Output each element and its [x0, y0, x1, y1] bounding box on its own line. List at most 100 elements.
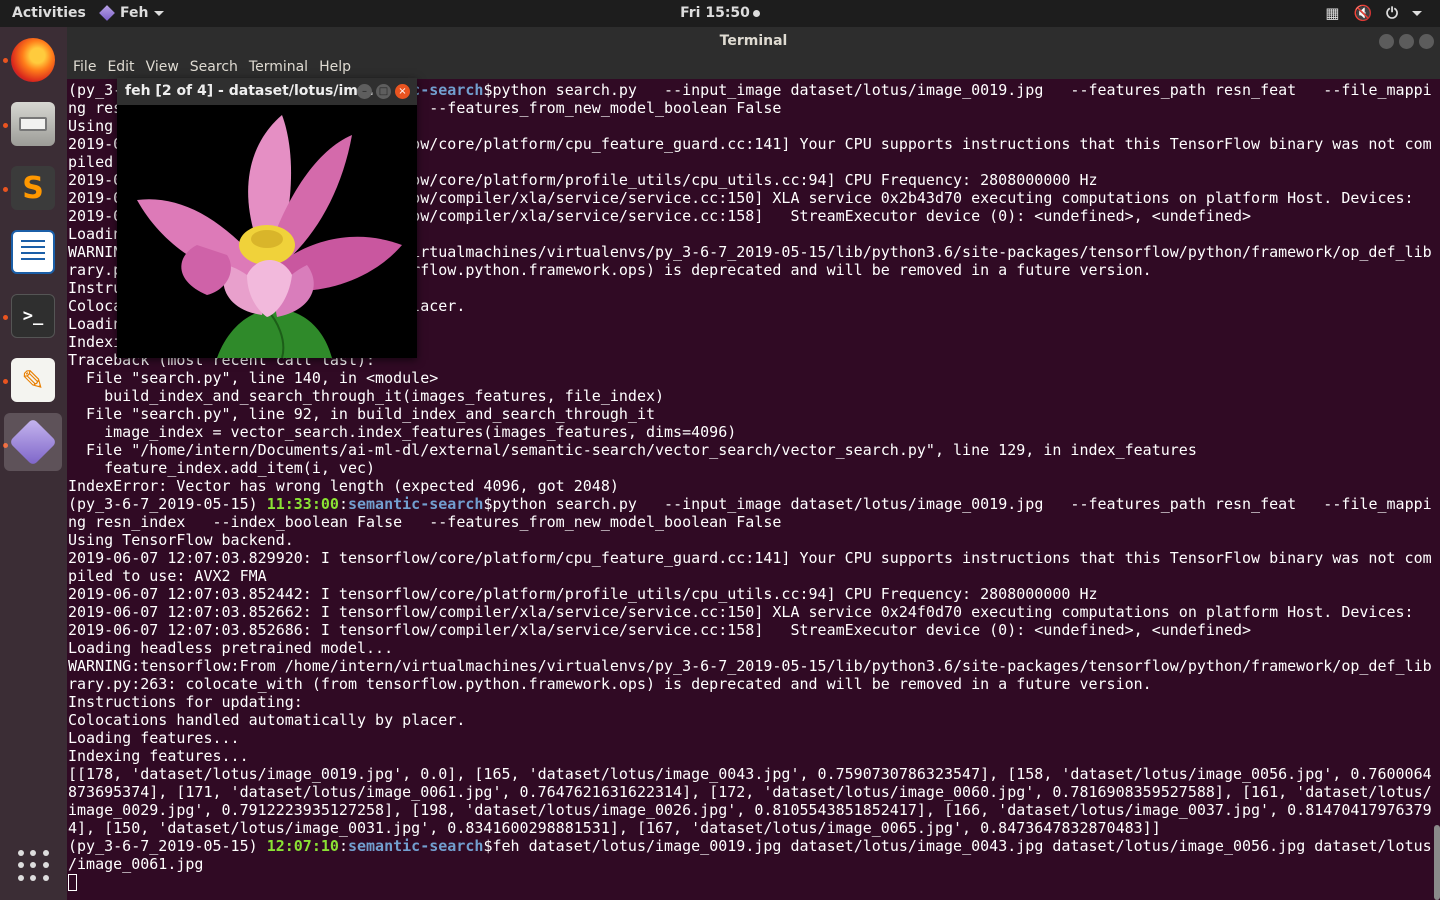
minimize-button[interactable]: –: [357, 84, 372, 99]
network-icon: ▦: [1325, 4, 1340, 22]
clock-label: Fri 15:50: [680, 5, 750, 21]
dock-sublime-text[interactable]: S: [4, 159, 62, 217]
close-button[interactable]: [1419, 34, 1434, 49]
menu-edit[interactable]: Edit: [107, 59, 134, 75]
terminal-text: File "search.py", line 140, in <module>: [68, 369, 439, 387]
dock-feh[interactable]: [4, 413, 62, 471]
terminal-text: 2019-06-07 12:07:03.829920: I tensorflow…: [68, 549, 1432, 567]
terminal-line: Loading features...: [68, 729, 1433, 747]
terminal-line: 873695374], [171, 'dataset/lotus/image_0…: [68, 783, 1433, 801]
terminal-text: 873695374], [171, 'dataset/lotus/image_0…: [68, 783, 1432, 801]
terminal-line: 2019-06-07 12:07:03.852686: I tensorflow…: [68, 621, 1433, 639]
terminal-text: ng resn_index --index_boolean False --fe…: [68, 513, 782, 531]
terminal-line: WARNING:tensorflow:From /home/intern/vir…: [68, 657, 1433, 675]
terminal-line: image_index = vector_search.index_featur…: [68, 423, 1433, 441]
menu-search[interactable]: Search: [190, 59, 238, 75]
terminal-menubar: File Edit View Search Terminal Help: [67, 55, 1440, 79]
prompt-directory: semantic-search: [347, 837, 484, 855]
terminal-text: :: [338, 495, 348, 513]
terminal-input-line[interactable]: [68, 873, 1433, 891]
terminal-line: Indexing features...: [68, 747, 1433, 765]
terminal-text: File "/home/intern/Documents/ai-ml-dl/ex…: [68, 441, 1197, 459]
terminal-text: (py_3-6-7_2019-05-15): [68, 837, 267, 855]
dock-files[interactable]: [4, 95, 62, 153]
terminal-line: Loading headless pretrained model...: [68, 639, 1433, 657]
feh-window[interactable]: feh [2 of 4] - dataset/lotus/im... – □ ×: [117, 78, 417, 358]
firefox-icon: [11, 38, 55, 82]
terminal-text: :: [338, 837, 348, 855]
terminal-line: piled to use: AVX2 FMA: [68, 567, 1433, 585]
terminal-text: 2019-06-07 12:07:03.852662: I tensorflow…: [68, 603, 1414, 621]
close-button[interactable]: ×: [395, 84, 410, 99]
files-icon: [11, 102, 55, 146]
power-icon: ⏻: [1386, 4, 1398, 22]
dock-text-editor[interactable]: ✎: [4, 351, 62, 409]
terminal-line: File "/home/intern/Documents/ai-ml-dl/ex…: [68, 441, 1433, 459]
text-editor-icon: ✎: [11, 358, 55, 402]
menu-help[interactable]: Help: [319, 59, 351, 75]
menu-terminal[interactable]: Terminal: [249, 59, 308, 75]
libreoffice-writer-icon: [11, 230, 55, 274]
terminal-line: 2019-06-07 12:07:03.829920: I tensorflow…: [68, 549, 1433, 567]
terminal-line: Instructions for updating:: [68, 693, 1433, 711]
terminal-text: piled to use: AVX2 FMA: [68, 567, 267, 585]
terminal-line: (py_3-6-7_2019-05-15) 12:07:10:semantic-…: [68, 837, 1433, 855]
window-title: Terminal: [719, 33, 788, 49]
feh-titlebar[interactable]: feh [2 of 4] - dataset/lotus/im...: [117, 78, 417, 105]
terminal-text: Loading headless pretrained model...: [68, 639, 394, 657]
maximize-button[interactable]: □: [376, 84, 391, 99]
maximize-button[interactable]: [1399, 34, 1414, 49]
terminal-text: Indexing features...: [68, 747, 249, 765]
terminal-line: Colocations handled automatically by pla…: [68, 711, 1433, 729]
minimize-button[interactable]: [1379, 34, 1394, 49]
prompt-time: 11:33:00: [266, 495, 339, 513]
menu-view[interactable]: View: [146, 59, 179, 75]
dock-terminal[interactable]: >_: [4, 287, 62, 345]
terminal-line: (py_3-6-7_2019-05-15) 11:33:00:semantic-…: [68, 495, 1433, 513]
terminal-line: /image_0061.jpg: [68, 855, 1433, 873]
terminal-text: $feh dataset/lotus/image_0019.jpg datase…: [483, 837, 1432, 855]
terminal-text: image_0029.jpg', 0.7912223935127258], [1…: [68, 801, 1432, 819]
menu-file[interactable]: File: [73, 59, 96, 75]
scrollbar[interactable]: [1434, 825, 1440, 900]
terminal-line: rary.py:263: colocate_with (from tensorf…: [68, 675, 1433, 693]
terminal-text: Colocations handled automatically by pla…: [68, 711, 466, 729]
dock-firefox[interactable]: [4, 31, 62, 89]
terminal-line: feature_index.add_item(i, vec): [68, 459, 1433, 477]
volume-muted-icon: 🔇: [1353, 4, 1373, 22]
terminal-line: File "search.py", line 140, in <module>: [68, 369, 1433, 387]
terminal-text: Using TensorFlow backend.: [68, 531, 294, 549]
terminal-text: rary.py:263: colocate_with (from tensorf…: [68, 675, 1152, 693]
clock[interactable]: Fri 15:50: [0, 5, 1440, 21]
terminal-line: ng resn_index --index_boolean False --fe…: [68, 513, 1433, 531]
terminal-line: 2019-06-07 12:07:03.852442: I tensorflow…: [68, 585, 1433, 603]
terminal-titlebar[interactable]: Terminal: [67, 27, 1440, 55]
terminal-text: $python search.py --input_image dataset/…: [483, 495, 1432, 513]
terminal-text: /image_0061.jpg: [68, 855, 204, 873]
terminal-line: File "search.py", line 92, in build_inde…: [68, 405, 1433, 423]
terminal-text: image_index = vector_search.index_featur…: [68, 423, 737, 441]
sublime-text-icon: S: [11, 166, 55, 210]
text-cursor: [68, 874, 77, 891]
terminal-text: 2019-06-07 12:07:03.852686: I tensorflow…: [68, 621, 1252, 639]
chevron-down-icon: [1412, 10, 1422, 16]
prompt-time: 12:07:10: [266, 837, 339, 855]
dock: S >_ ✎: [0, 27, 67, 900]
show-applications-icon[interactable]: [18, 850, 49, 881]
dock-libreoffice-writer[interactable]: [4, 223, 62, 281]
terminal-text: feature_index.add_item(i, vec): [68, 459, 376, 477]
feh-icon: [8, 417, 58, 467]
terminal-text: IndexError: Vector has wrong length (exp…: [68, 477, 619, 495]
prompt-directory: semantic-search: [347, 495, 484, 513]
terminal-line: [[178, 'dataset/lotus/image_0019.jpg', 0…: [68, 765, 1433, 783]
terminal-line: Using TensorFlow backend.: [68, 531, 1433, 549]
terminal-text: $python search.py --input_image dataset/…: [483, 81, 1432, 99]
top-bar: Activities Feh Fri 15:50 ▦ 🔇 ⏻: [0, 0, 1440, 27]
feh-window-title: feh [2 of 4] - dataset/lotus/im...: [125, 83, 374, 99]
terminal-text: (py_3-6-7_2019-05-15): [68, 495, 267, 513]
system-tray[interactable]: ▦ 🔇 ⏻: [1325, 4, 1422, 22]
terminal-line: 4], [150, 'dataset/lotus/image_0031.jpg'…: [68, 819, 1433, 837]
terminal-line: 2019-06-07 12:07:03.852662: I tensorflow…: [68, 603, 1433, 621]
terminal-text: Instructions for updating:: [68, 693, 303, 711]
terminal-line: image_0029.jpg', 0.7912223935127258], [1…: [68, 801, 1433, 819]
